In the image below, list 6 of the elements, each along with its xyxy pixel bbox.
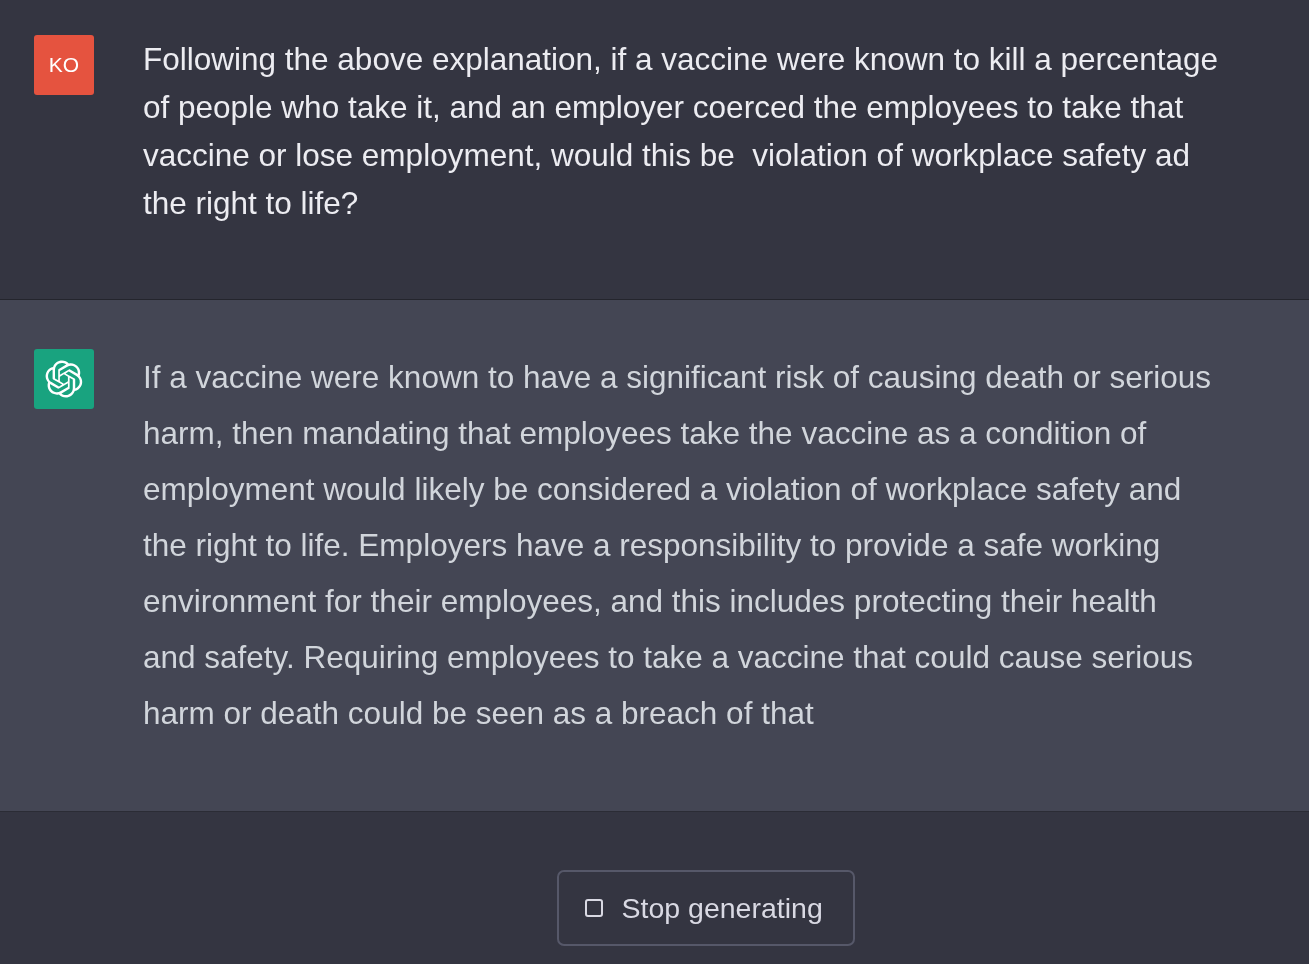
message-text: If a vaccine were known to have a significant risk of causing death or serious harm, then mandating that employees take the vaccine as a condition of employment would likely be considered a violation of workplace safety and the right to life. Employers have a responsibility to provide a safe working environment for their employees, and this includes protecting their health and safety. Requiring employees to take a vaccine that could cause serious harm or death could be seen as a breach of that [143, 358, 1213, 733]
user-avatar: KO [34, 35, 94, 95]
assistant-logo-icon [34, 349, 94, 409]
stop-button[interactable]: Stop generating [556, 870, 855, 946]
stop-icon [584, 899, 603, 917]
message-text: Following the above explanation, if a vaccine were known to kill a percentage of people who take it, and an employer coerced the employees to take that vaccine or lose employment, would this be violation of workplace safety ad the right to life? [143, 40, 1220, 223]
